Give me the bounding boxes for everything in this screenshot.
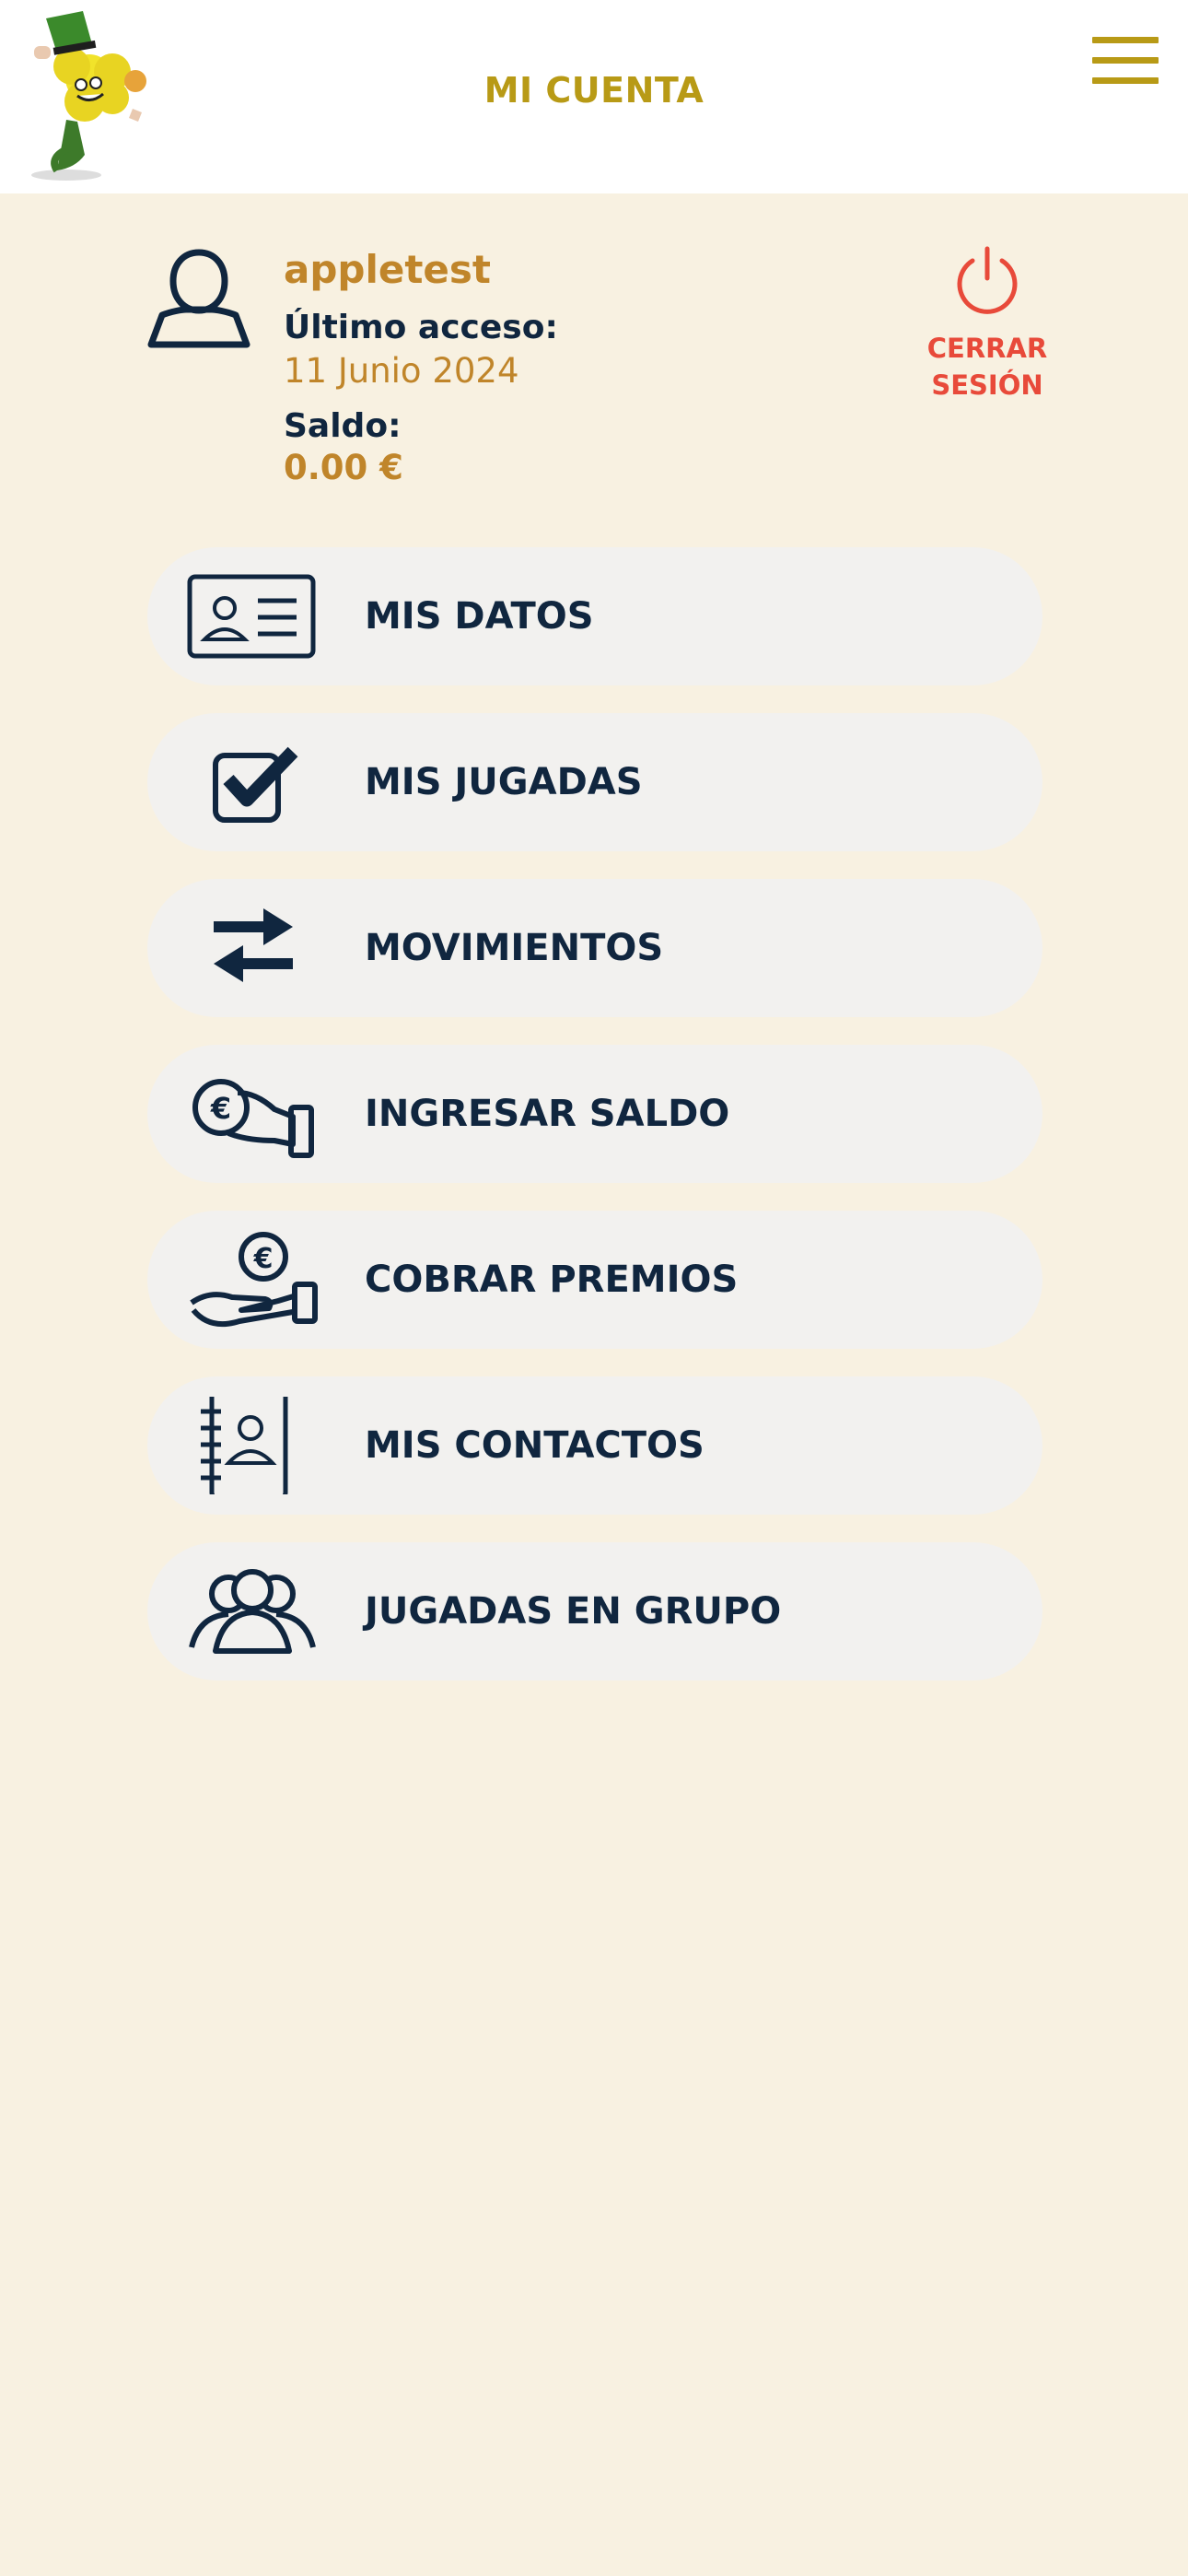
menu-item-jugadas-en-grupo[interactable]: JUGADAS EN GRUPO xyxy=(147,1542,1042,1680)
balance-label: Saldo: xyxy=(284,407,402,445)
menu-item-label: JUGADAS EN GRUPO xyxy=(365,1590,782,1633)
last-access-label: Último acceso: xyxy=(284,309,558,346)
menu-item-ingresar-saldo[interactable]: € INGRESAR SALDO xyxy=(147,1045,1042,1183)
logout-label: CERRAR SESIÓN xyxy=(926,333,1048,401)
menu-item-label: INGRESAR SALDO xyxy=(365,1093,730,1135)
balance-value: 0.00 € xyxy=(284,448,403,487)
group-users-icon xyxy=(189,1569,316,1654)
app-header: MI CUENTA xyxy=(0,0,1188,193)
hamburger-menu-icon[interactable] xyxy=(1089,33,1162,88)
svg-text:€: € xyxy=(253,1243,274,1275)
menu-item-label: MIS CONTACTOS xyxy=(365,1424,705,1467)
logout-button[interactable]: CERRAR SESIÓN xyxy=(912,245,1063,404)
menu-item-label: MOVIMIENTOS xyxy=(365,927,664,969)
menu-item-mis-contactos[interactable]: MIS CONTACTOS xyxy=(147,1376,1042,1515)
username: appletest xyxy=(284,247,491,292)
menu-item-label: MIS JUGADAS xyxy=(365,761,643,803)
menu-item-mis-datos[interactable]: MIS DATOS xyxy=(147,547,1042,685)
user-avatar-icon xyxy=(147,249,250,348)
collect-prize-hand-icon: € xyxy=(190,1232,318,1327)
page-title: MI CUENTA xyxy=(483,70,705,111)
address-book-icon xyxy=(201,1397,288,1494)
menu-item-movimientos[interactable]: MOVIMIENTOS xyxy=(147,879,1042,1017)
last-access-value: 11 Junio 2024 xyxy=(284,351,519,391)
menu-item-label: MIS DATOS xyxy=(365,595,594,638)
menu-item-cobrar-premios[interactable]: € COBRAR PREMIOS xyxy=(147,1211,1042,1349)
id-card-icon xyxy=(187,574,316,659)
checkbox-check-icon xyxy=(213,746,298,823)
transfer-arrows-icon xyxy=(214,908,293,982)
menu-item-label: COBRAR PREMIOS xyxy=(365,1259,739,1301)
deposit-coin-hand-icon: € xyxy=(192,1079,314,1158)
power-icon xyxy=(957,246,1018,314)
svg-text:€: € xyxy=(210,1091,231,1126)
menu-item-mis-jugadas[interactable]: MIS JUGADAS xyxy=(147,713,1042,851)
